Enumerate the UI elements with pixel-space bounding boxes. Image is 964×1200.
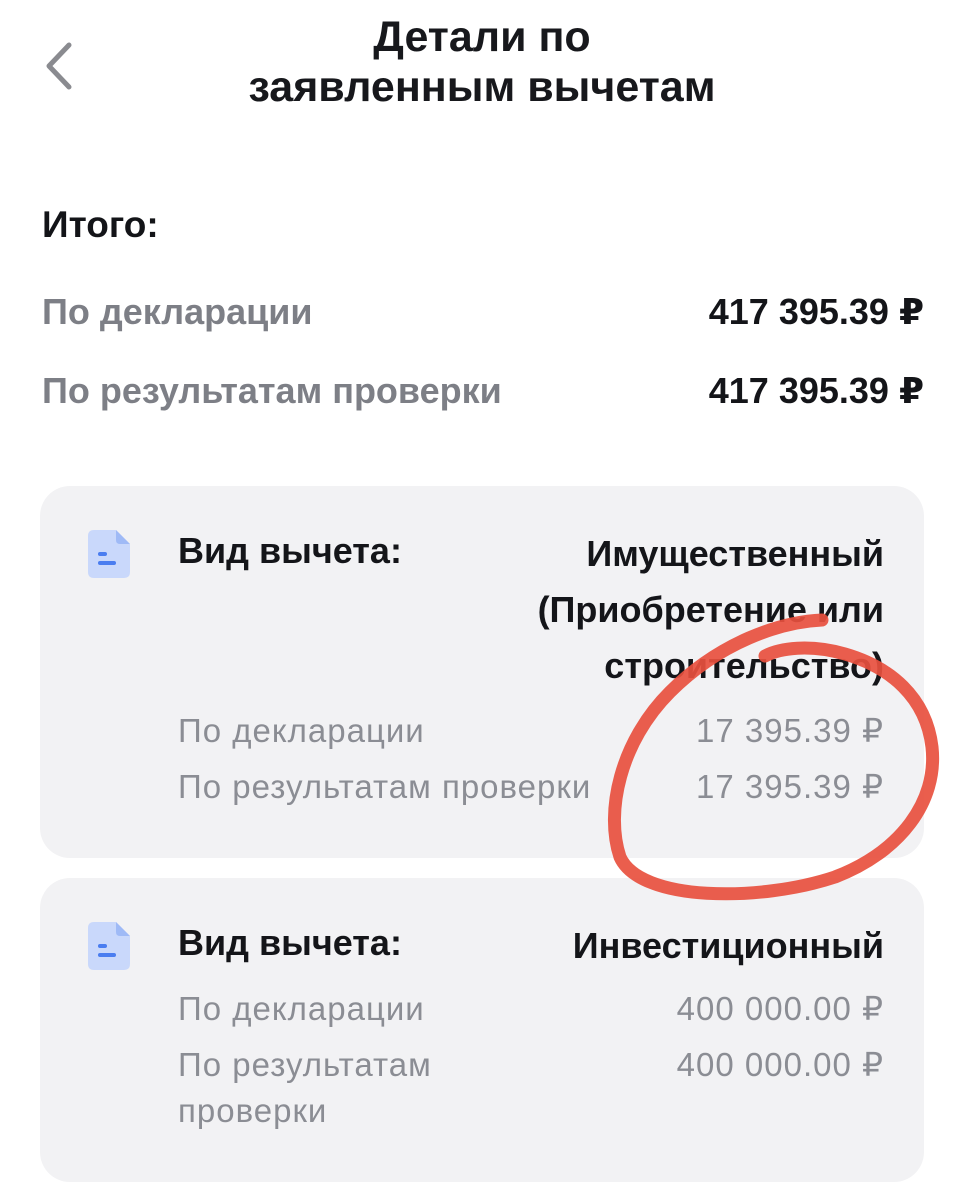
document-icon — [86, 528, 132, 580]
totals-declaration-label: По декларации — [42, 291, 313, 332]
declaration-value: 400 000.00 ₽ — [676, 990, 884, 1027]
page-title-line-1: Детали по — [373, 13, 591, 61]
deduction-kind-value: Имущественный (Приобретение или строител… — [538, 526, 884, 694]
check-result-label: По результатам проверки — [178, 1046, 432, 1129]
deduction-kind-value-line: строительство) — [604, 645, 884, 686]
totals-row-check: По результатам проверки 417 395.39 ₽ — [42, 367, 924, 415]
page-title-line-2: заявленным вычетам — [248, 63, 716, 111]
document-icon — [86, 920, 132, 972]
deduction-kind-label: Вид вычета: — [178, 530, 402, 571]
check-result-value: 17 395.39 ₽ — [696, 768, 884, 805]
totals-row-declaration: По декларации 417 395.39 ₽ — [42, 288, 924, 336]
declaration-label: По декларации — [178, 712, 425, 749]
totals-check-value: 417 395.39 ₽ — [708, 370, 924, 411]
check-result-label: По результатам проверки — [178, 768, 592, 805]
check-result-value: 400 000.00 ₽ — [676, 1046, 884, 1083]
totals-heading: Итого: — [42, 204, 159, 245]
declaration-value: 17 395.39 ₽ — [696, 712, 884, 749]
deduction-kind-value-line: Имущественный — [586, 533, 884, 574]
deduction-card-property[interactable]: Вид вычета: Имущественный (Приобретение … — [40, 486, 924, 858]
chevron-left-icon — [46, 42, 72, 90]
deduction-kind-value: Инвестиционный — [573, 918, 884, 974]
deduction-card-investment[interactable]: Вид вычета: Инвестиционный По декларации… — [40, 878, 924, 1182]
deduction-kind-label: Вид вычета: — [178, 922, 402, 963]
totals-declaration-value: 417 395.39 ₽ — [708, 291, 924, 332]
page-title: Детали по заявленным вычетам — [150, 12, 814, 112]
deduction-kind-value-line: Инвестиционный — [572, 925, 884, 966]
back-button[interactable] — [40, 38, 80, 94]
totals-check-label: По результатам проверки — [42, 370, 502, 411]
deduction-kind-value-line: (Приобретение или — [537, 589, 884, 630]
declaration-label: По декларации — [178, 990, 425, 1027]
